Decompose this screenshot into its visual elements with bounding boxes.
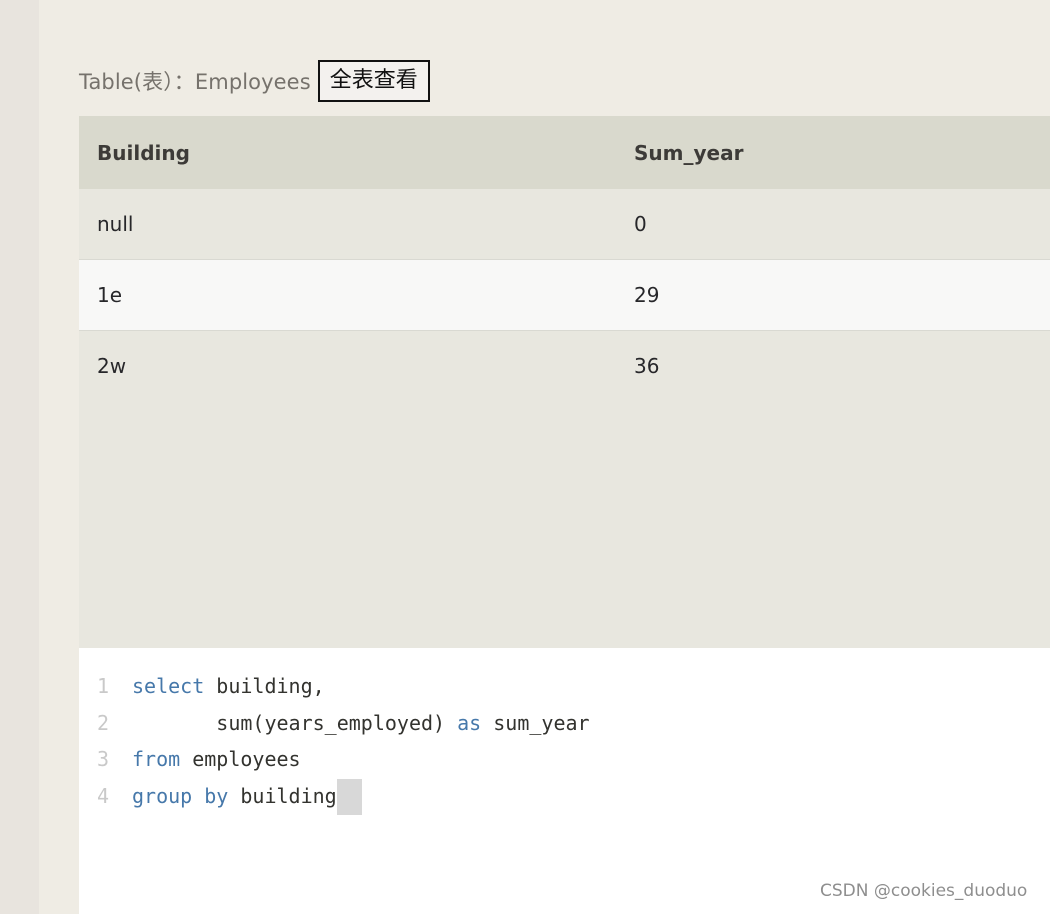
line-number: 2 — [97, 711, 110, 735]
table-cell-building: 1e — [79, 259, 616, 331]
column-header-building: Building — [79, 116, 616, 189]
view-all-button[interactable]: 全表查看 — [317, 60, 430, 102]
table-caption-label: Table(表）：Employees — [79, 70, 311, 94]
sql-keyword: as — [457, 711, 482, 735]
code-line: 4 group by building — [79, 779, 362, 815]
left-rail — [0, 0, 39, 914]
code-text: sum(years_employed) — [216, 711, 458, 735]
line-number: 4 — [97, 784, 110, 808]
code-line: 2 sum(years_employed) as sum_year — [79, 706, 590, 740]
table-cell-sum-year: 36 — [616, 330, 1050, 401]
table-cell-sum-year: 0 — [616, 189, 1050, 260]
result-panel: Building Sum_year null 0 1e 29 2w 36 — [79, 116, 1050, 648]
code-text: sum_year — [481, 711, 590, 735]
code-text: building — [228, 784, 337, 808]
column-header-sum-year: Sum_year — [616, 116, 1050, 189]
sql-keyword: group by — [132, 784, 229, 808]
page: Table(表）：Employees 全表查看 Building Sum_yea… — [0, 0, 1050, 914]
result-table: Building Sum_year null 0 1e 29 2w 36 — [79, 116, 1050, 401]
table-cell-building: 2w — [79, 330, 616, 401]
table-row: 2w 36 — [79, 330, 1050, 401]
watermark: CSDN @cookies_duoduo — [820, 881, 1028, 901]
table-header-row: Building Sum_year — [79, 116, 1050, 189]
text-cursor — [336, 779, 362, 815]
code-text: employees — [180, 747, 301, 771]
table-row: 1e 29 — [79, 259, 1050, 331]
table-caption: Table(表）：Employees 全表查看 — [79, 60, 430, 102]
sql-keyword: from — [132, 747, 181, 771]
code-line: 3 from employees — [79, 742, 301, 776]
sql-keyword: select — [132, 674, 205, 698]
code-text: building, — [204, 674, 325, 698]
table-row: null 0 — [79, 189, 1050, 260]
sql-editor[interactable]: 1 select building, 2 sum(years_employed) … — [79, 648, 1050, 914]
table-cell-sum-year: 29 — [616, 259, 1050, 331]
line-number: 3 — [97, 747, 110, 771]
code-line: 1 select building, — [79, 669, 325, 703]
table-cell-building: null — [79, 189, 616, 260]
line-number: 1 — [97, 674, 110, 698]
